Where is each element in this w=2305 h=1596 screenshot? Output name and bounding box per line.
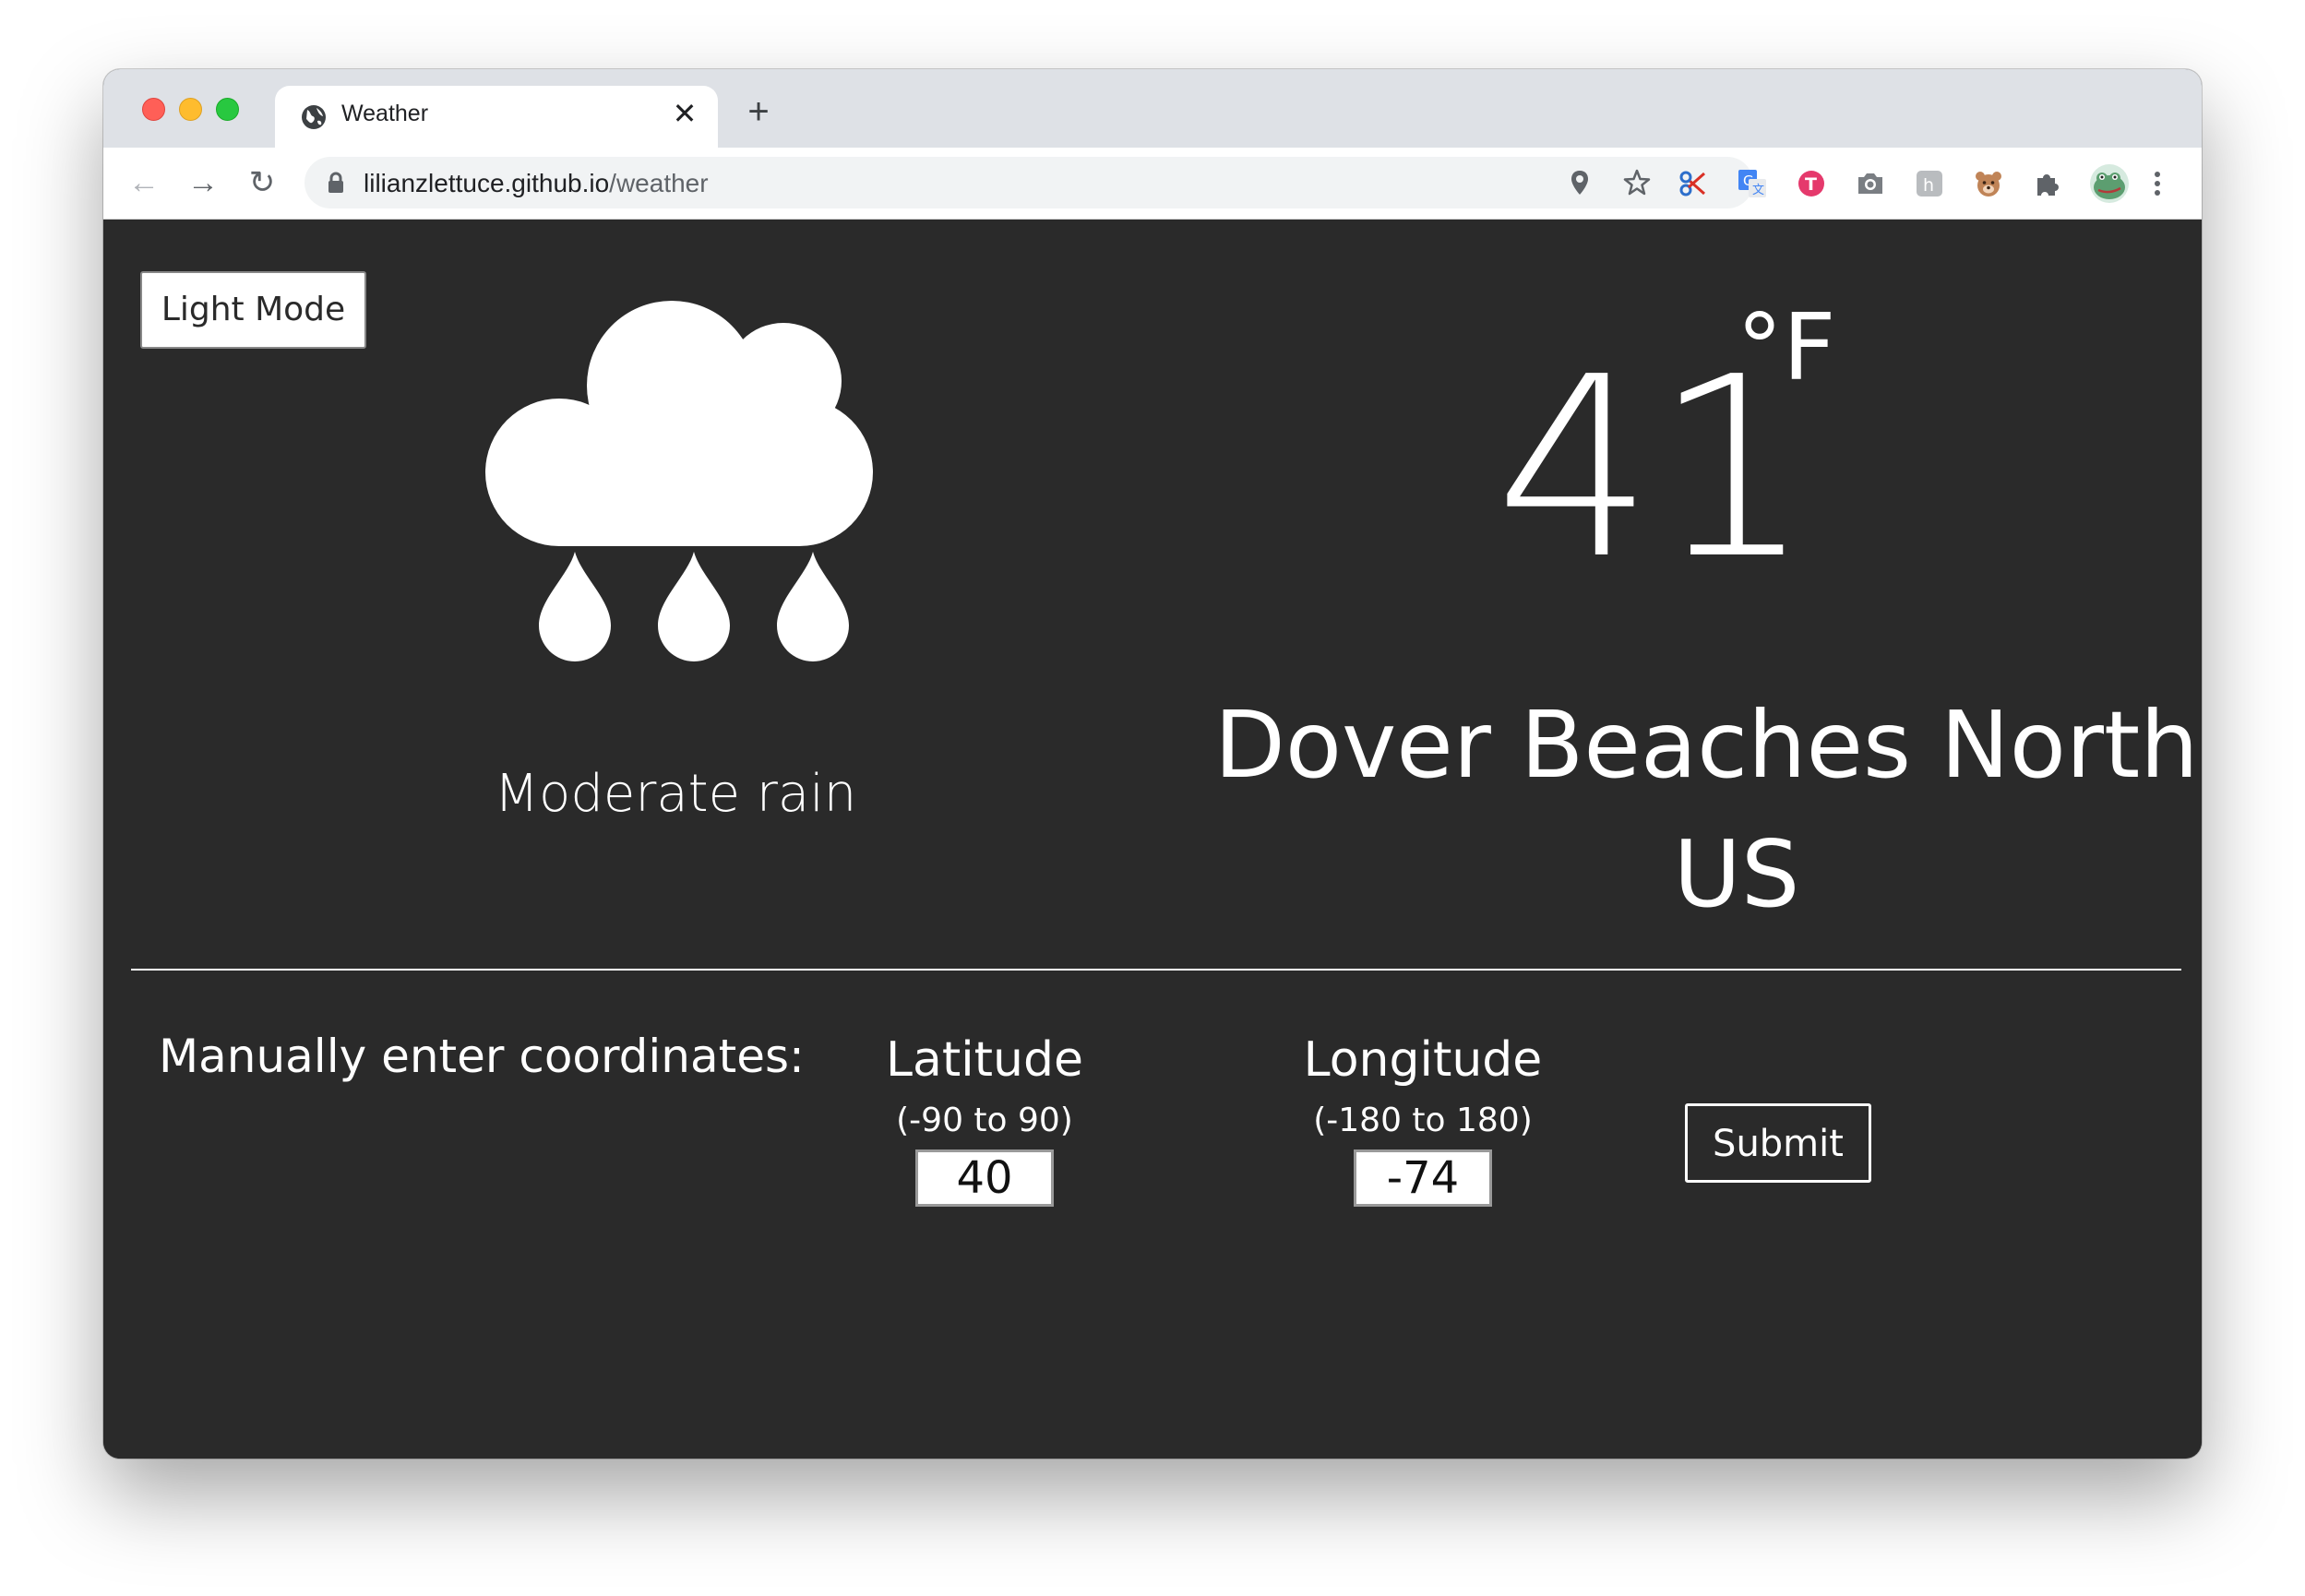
reload-button[interactable]: ↻	[244, 164, 281, 201]
longitude-input[interactable]	[1354, 1149, 1492, 1207]
browser-toolbar: ← → ↻ lilianzlettuce.github.io/weather G…	[103, 148, 2202, 220]
close-window-button[interactable]	[142, 98, 165, 121]
tab-close-icon[interactable]: ✕	[668, 97, 701, 130]
address-bar[interactable]: lilianzlettuce.github.io/weather	[305, 157, 1753, 208]
weather-page: Light Mode Moderate rain 41 °F Dover Bea…	[103, 220, 2202, 1459]
longitude-group: Longitude (-180 to 180)	[1248, 1030, 1598, 1207]
back-button[interactable]: ←	[125, 164, 162, 201]
svg-text:h: h	[1923, 175, 1934, 196]
minimize-window-button[interactable]	[179, 98, 202, 121]
temperature-unit: °F	[1737, 293, 1836, 401]
more-menu-icon[interactable]	[2148, 168, 2167, 199]
puzzle-extensions-icon[interactable]	[2032, 168, 2063, 199]
red-t-extension-icon[interactable]: T	[1796, 168, 1827, 199]
bear-extension-icon[interactable]	[1973, 168, 2004, 199]
location-name: Dover Beaches North / US	[1213, 691, 2202, 928]
url-host: lilianzlettuce.github.io	[364, 169, 610, 197]
svg-text:文: 文	[1752, 184, 1764, 197]
tab-strip: Weather ✕ +	[103, 69, 2202, 148]
longitude-label: Longitude	[1303, 1032, 1543, 1088]
light-mode-button[interactable]: Light Mode	[140, 271, 366, 349]
camera-extension-icon[interactable]	[1855, 168, 1886, 199]
scissors-extension-icon[interactable]	[1678, 168, 1709, 199]
latitude-input[interactable]	[915, 1149, 1054, 1207]
tab-weather[interactable]: Weather ✕	[275, 86, 718, 148]
weather-condition: Moderate rain	[494, 764, 857, 824]
google-translate-icon[interactable]: G 文	[1737, 168, 1768, 199]
h-extension-icon[interactable]: h	[1914, 168, 1945, 199]
section-divider	[131, 969, 2181, 971]
latitude-group: Latitude (-90 to 90)	[809, 1030, 1160, 1207]
longitude-range: (-180 to 180)	[1313, 1102, 1533, 1139]
forward-button[interactable]: →	[185, 164, 221, 201]
tab-title: Weather	[341, 101, 429, 126]
manual-coordinates-label: Manually enter coordinates:	[159, 1030, 805, 1083]
submit-button[interactable]: Submit	[1685, 1103, 1871, 1183]
latitude-label: Latitude	[885, 1032, 1084, 1088]
rain-cloud-icon	[485, 301, 873, 661]
latitude-range: (-90 to 90)	[896, 1102, 1073, 1139]
zoom-window-button[interactable]	[216, 98, 239, 121]
new-tab-button[interactable]: +	[740, 93, 777, 130]
svg-text:T: T	[1805, 174, 1817, 195]
bookmark-star-icon[interactable]	[1622, 168, 1652, 197]
browser-window: Weather ✕ + ← → ↻ lilianzlettuce.github.…	[103, 69, 2202, 1459]
url-path: /weather	[609, 169, 709, 197]
profile-avatar-icon[interactable]	[2089, 163, 2130, 204]
location-icon[interactable]	[1565, 168, 1594, 197]
url-text: lilianzlettuce.github.io/weather	[364, 169, 709, 198]
globe-icon	[302, 105, 326, 129]
lock-icon	[328, 172, 343, 193]
